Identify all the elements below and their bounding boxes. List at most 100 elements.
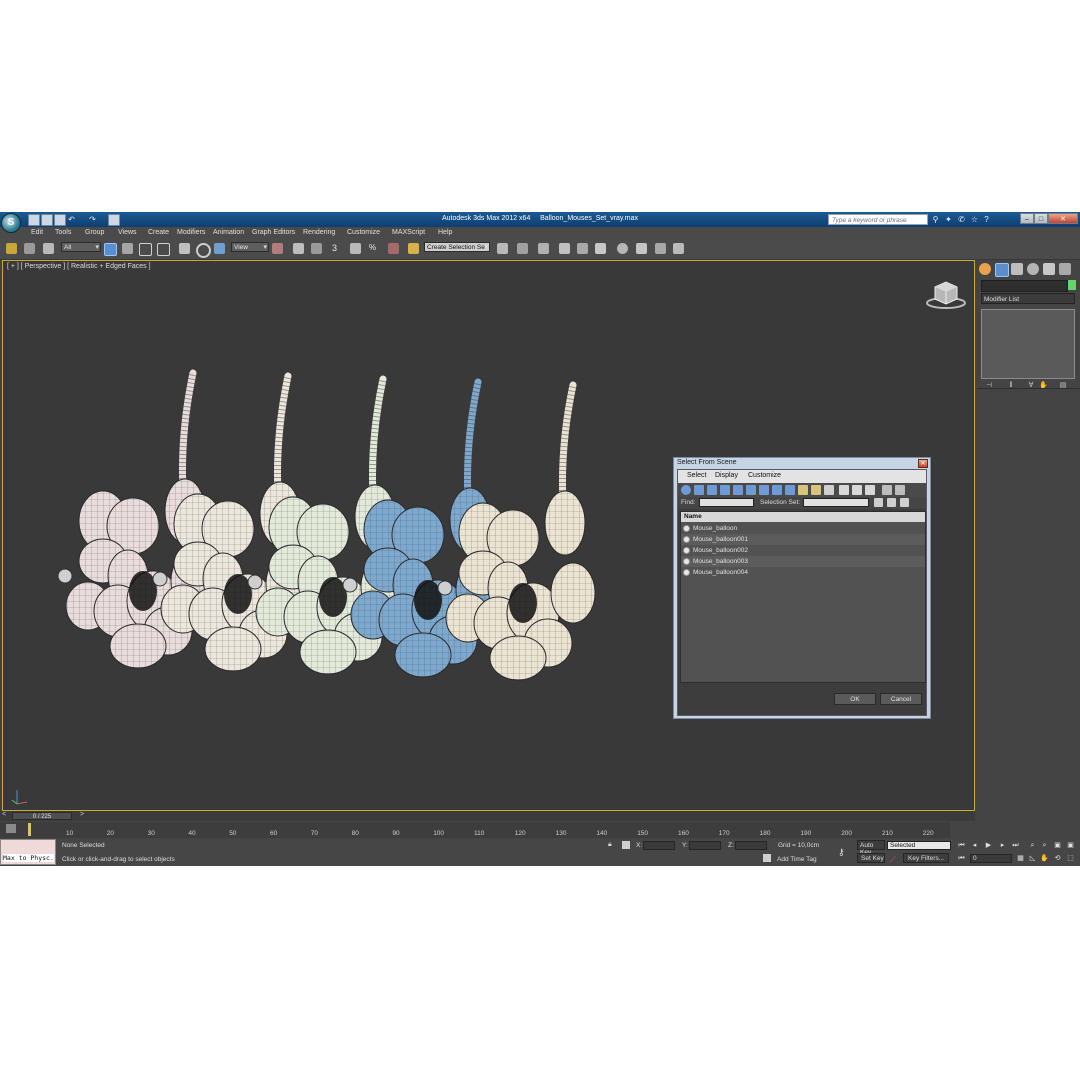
time-slider[interactable]: 0 / 225 <box>12 812 72 820</box>
cancel-button[interactable]: Cancel <box>880 693 922 705</box>
display-xrefs-icon[interactable] <box>772 485 782 495</box>
application-logo-icon[interactable]: S <box>1 213 21 233</box>
menu-animation[interactable]: Animation <box>213 228 244 237</box>
favorites-icon[interactable]: ☆ <box>970 215 979 224</box>
create-tab-icon[interactable] <box>979 263 991 275</box>
dialog-menu-display[interactable]: Display <box>715 472 738 479</box>
menu-help[interactable]: Help <box>438 228 452 237</box>
modifier-list-dropdown[interactable]: Modifier List <box>981 293 1075 304</box>
select-all-icon[interactable] <box>839 485 849 495</box>
rendered-frame-window-icon[interactable] <box>655 243 666 254</box>
communication-center-icon[interactable]: ✆ <box>957 215 966 224</box>
search-input[interactable]: Type a keyword or phrase <box>828 214 928 225</box>
binoculars-icon[interactable]: ⚲ <box>931 215 940 224</box>
go-to-start-icon[interactable]: ⏮ <box>957 841 966 850</box>
z-coordinate-field[interactable] <box>735 841 767 850</box>
maximize-viewport-icon[interactable]: ⬚ <box>1066 854 1075 863</box>
balloon-mice-scene[interactable] <box>43 361 623 721</box>
link-icon[interactable] <box>6 243 17 254</box>
go-to-end-icon[interactable]: ⏭ <box>1011 841 1020 850</box>
select-object-icon[interactable] <box>104 243 117 256</box>
menu-tools[interactable]: Tools <box>55 228 71 237</box>
display-frozen-icon[interactable] <box>811 485 821 495</box>
menu-edit[interactable]: Edit <box>31 228 43 237</box>
time-configuration-icon[interactable]: ▦ <box>1016 854 1025 863</box>
scene-object-list[interactable]: Name Mouse_balloon Mouse_balloon001 Mous… <box>680 511 926 683</box>
viewcube[interactable] <box>925 279 967 311</box>
angle-snap-icon[interactable] <box>350 243 361 254</box>
y-coordinate-field[interactable] <box>689 841 721 850</box>
modify-tab-icon[interactable] <box>995 263 1009 277</box>
object-color-swatch[interactable] <box>1068 280 1076 290</box>
zoom-icon[interactable]: ⌕ <box>1028 841 1037 850</box>
menu-rendering[interactable]: Rendering <box>303 228 335 237</box>
scale-icon[interactable] <box>214 243 225 254</box>
select-invert-icon[interactable] <box>865 485 875 495</box>
object-name-field[interactable] <box>981 280 1068 292</box>
dialog-menu-customize[interactable]: Customize <box>748 472 781 479</box>
find-input[interactable] <box>699 498 754 507</box>
material-editor-icon[interactable] <box>617 243 628 254</box>
bind-space-warp-icon[interactable] <box>43 243 54 254</box>
pivot-center-icon[interactable] <box>272 243 283 254</box>
select-and-manipulate-icon[interactable] <box>293 243 304 254</box>
play-icon[interactable]: ▶ <box>984 841 993 850</box>
keyboard-shortcut-override-icon[interactable] <box>311 243 322 254</box>
maxscript-listener[interactable]: Max to Physc. <box>0 839 56 865</box>
named-selection-dropdown[interactable]: Create Selection Se <box>424 242 490 253</box>
redo-icon[interactable]: ↷ <box>88 215 97 224</box>
previous-frame-icon[interactable]: < <box>2 811 6 818</box>
subscription-icon[interactable]: ✦ <box>944 215 953 224</box>
pan-view-icon[interactable]: ✋ <box>1040 854 1049 863</box>
select-by-name-icon[interactable] <box>122 243 133 254</box>
perspective-viewport[interactable]: [ + ] [ Perspective ] [ Realistic + Edge… <box>2 260 975 811</box>
menu-create[interactable]: Create <box>148 228 169 237</box>
motion-tab-icon[interactable] <box>1027 263 1039 275</box>
maxscript-mini-listener-text[interactable]: Max to Physc. <box>3 854 54 862</box>
display-bones-icon[interactable] <box>785 485 795 495</box>
next-key-icon[interactable]: ▸ <box>998 841 1007 850</box>
project-folder-icon[interactable] <box>108 214 120 226</box>
minimize-button[interactable]: – <box>1020 213 1034 224</box>
lock-selection-icon[interactable]: 🔒︎ <box>608 841 612 849</box>
layer-manager-icon[interactable] <box>538 243 549 254</box>
render-setup-icon[interactable] <box>636 243 647 254</box>
mouse-balloon[interactable] <box>437 381 596 681</box>
new-file-icon[interactable] <box>28 214 40 226</box>
select-none-icon[interactable] <box>852 485 862 495</box>
key-filters-button[interactable]: Key Filters... <box>903 853 949 863</box>
display-geometry-icon[interactable] <box>681 485 691 495</box>
undo-icon[interactable]: ↶ <box>67 215 76 224</box>
display-cameras-icon[interactable] <box>720 485 730 495</box>
list-item[interactable]: Mouse_balloon004 <box>681 567 925 578</box>
trackbar[interactable]: 10 20 30 40 50 60 70 80 90 100 110 120 130 140 150 160 1… <box>0 822 950 838</box>
menu-views[interactable]: Views <box>118 228 137 237</box>
ok-button[interactable]: OK <box>834 693 876 705</box>
percent-snap-icon[interactable]: % <box>369 243 380 254</box>
rectangular-selection-icon[interactable] <box>139 243 152 256</box>
zoom-extents-all-icon[interactable]: ▣ <box>1066 841 1075 850</box>
orbit-icon[interactable]: ⟲ <box>1053 854 1062 863</box>
next-frame-icon[interactable]: > <box>80 811 84 818</box>
close-button[interactable]: ✕ <box>1048 213 1078 224</box>
unlink-icon[interactable] <box>24 243 35 254</box>
display-hidden-icon[interactable] <box>824 485 834 495</box>
auto-key-button[interactable]: Auto Key <box>857 840 885 856</box>
current-frame-field[interactable]: 0 <box>970 854 1012 863</box>
menu-group[interactable]: Group <box>85 228 104 237</box>
add-time-tag-icon[interactable] <box>763 854 771 862</box>
sort-icon[interactable] <box>895 485 905 495</box>
display-shapes-icon[interactable] <box>694 485 704 495</box>
reference-coordinate-dropdown[interactable]: View <box>231 242 269 253</box>
maximize-button[interactable]: □ <box>1034 213 1048 224</box>
zoom-extents-icon[interactable]: ▣ <box>1053 841 1062 850</box>
viewport-label[interactable]: [ + ] [ Perspective ] [ Realistic + Edge… <box>7 263 151 270</box>
menu-customize[interactable]: Customize <box>347 228 380 237</box>
set-key-button[interactable]: Set Key <box>857 853 885 863</box>
help-icon[interactable]: ? <box>982 215 991 224</box>
absolute-mode-icon[interactable] <box>622 841 630 849</box>
graphite-ribbon-icon[interactable] <box>559 243 570 254</box>
dialog-menu-select[interactable]: Select <box>687 472 706 479</box>
move-icon[interactable] <box>179 243 190 254</box>
previous-key-icon[interactable]: ◂ <box>970 841 979 850</box>
